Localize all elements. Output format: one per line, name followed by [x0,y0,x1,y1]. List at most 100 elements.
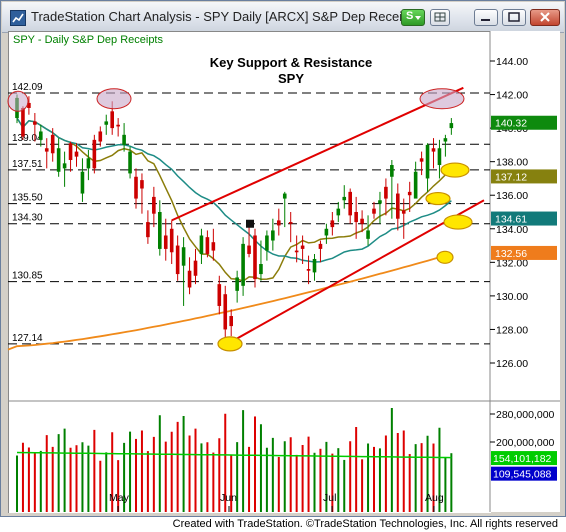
copyright-footer: Created with TradeStation. ©TradeStation… [0,517,566,532]
price-bar [401,198,406,239]
price-bar [211,228,216,261]
price-bar [277,208,281,236]
price-bar-body [80,171,85,194]
price-bar-body [163,235,168,249]
price-bar [116,118,120,137]
price-bar-body [116,124,120,127]
price-bar [86,149,91,181]
level-anchor-marker [246,219,254,228]
upper-trendline [171,86,464,222]
price-bar [122,123,126,152]
ma-slow-line [7,253,452,351]
chart-window: TradeStation Chart Analysis - SPY Daily … [0,0,566,517]
price-bar-body [342,196,347,201]
price-bar-body [205,237,210,254]
price-bar [152,186,156,228]
price-bar [425,143,430,192]
price-bar [312,253,317,281]
price-bar-body [140,180,144,189]
price-bar-body [449,123,454,129]
last-value-tag-label: 132.56 [495,248,527,260]
price-bar-body [336,208,341,216]
price-bar-body [354,212,358,223]
price-bar-body [146,222,150,238]
price-bar [378,191,382,224]
price-bar-body [68,143,73,160]
price-bar [175,235,180,281]
price-bar-body [348,191,352,216]
price-bar [336,201,341,223]
price-bar-body [199,235,204,254]
price-bar-body [259,264,263,275]
price-bar [449,118,454,135]
time-axis-label: May [109,492,130,504]
level-label: 130.85 [12,271,43,282]
price-bar [181,237,186,306]
symbol-legend: SPY - Daily S&P Dep Receipts [13,34,163,46]
price-bar-body [425,144,430,179]
resistance-highlight [419,88,465,110]
price-bar-body [39,131,43,140]
price-bar-body [175,245,180,275]
price-bar [282,191,287,228]
price-bar-body [384,186,388,199]
price-bar-body [247,245,251,254]
price-bar [241,237,245,296]
price-bar-body [378,200,382,204]
price-bar [253,228,257,288]
price-bar-body [407,191,412,196]
price-bar [360,210,364,233]
price-bar-body [62,163,67,169]
price-bar-body [134,176,138,199]
price-bar [199,228,204,265]
price-bar-body [235,277,239,291]
price-bar [288,212,293,243]
price-bar-body [21,107,25,137]
price-bar [265,230,269,261]
price-bar [140,173,144,214]
price-bar-body [50,134,55,154]
price-bar [62,151,67,187]
price-bar-body [217,284,222,306]
price-bar-body [372,208,376,214]
last-value-tag-label: 134.61 [495,214,527,226]
price-bar-body [401,210,406,214]
price-axis-label: 134.00 [496,224,528,236]
price-bar [342,185,347,209]
level-label: 135.50 [12,193,43,204]
chart-subtitle: SPY [277,71,304,86]
price-bar-body [74,151,79,157]
price-bar [223,285,228,343]
volume-value-tag: 109,545,088 [491,466,557,481]
time-axis-label: Aug [425,492,444,504]
price-bar [229,309,233,337]
price-bar [437,139,442,179]
price-axis-label: 138.00 [496,157,528,169]
price-bar-body [366,230,370,239]
price-bar-body [413,171,418,199]
price-bar [169,220,174,265]
level-label: 134.30 [12,213,43,224]
price-bar [44,138,49,169]
price-bar [80,158,85,202]
price-bar-body [312,258,317,273]
volume-axis-label: 280,000,000 [496,409,555,421]
price-bar-body [253,235,257,280]
price-bar-body [33,121,37,125]
price-bar [372,201,376,219]
price-axis-label: 142.00 [496,90,528,102]
price-bar [306,255,311,285]
price-bar [247,223,251,258]
price-bar [21,106,25,140]
copyright-text: Created with TradeStation. ©TradeStation… [172,518,558,530]
level-label: 139.04 [12,133,43,144]
price-bar-body [324,228,329,236]
price-bar [366,215,370,246]
price-bar-body [431,148,436,152]
time-axis-label: Jun [220,492,237,504]
price-bar-body [390,165,394,177]
price-bar-body [158,212,162,249]
price-bar-body [110,111,114,129]
price-bar [431,138,436,169]
level-label: 137.51 [12,159,43,170]
